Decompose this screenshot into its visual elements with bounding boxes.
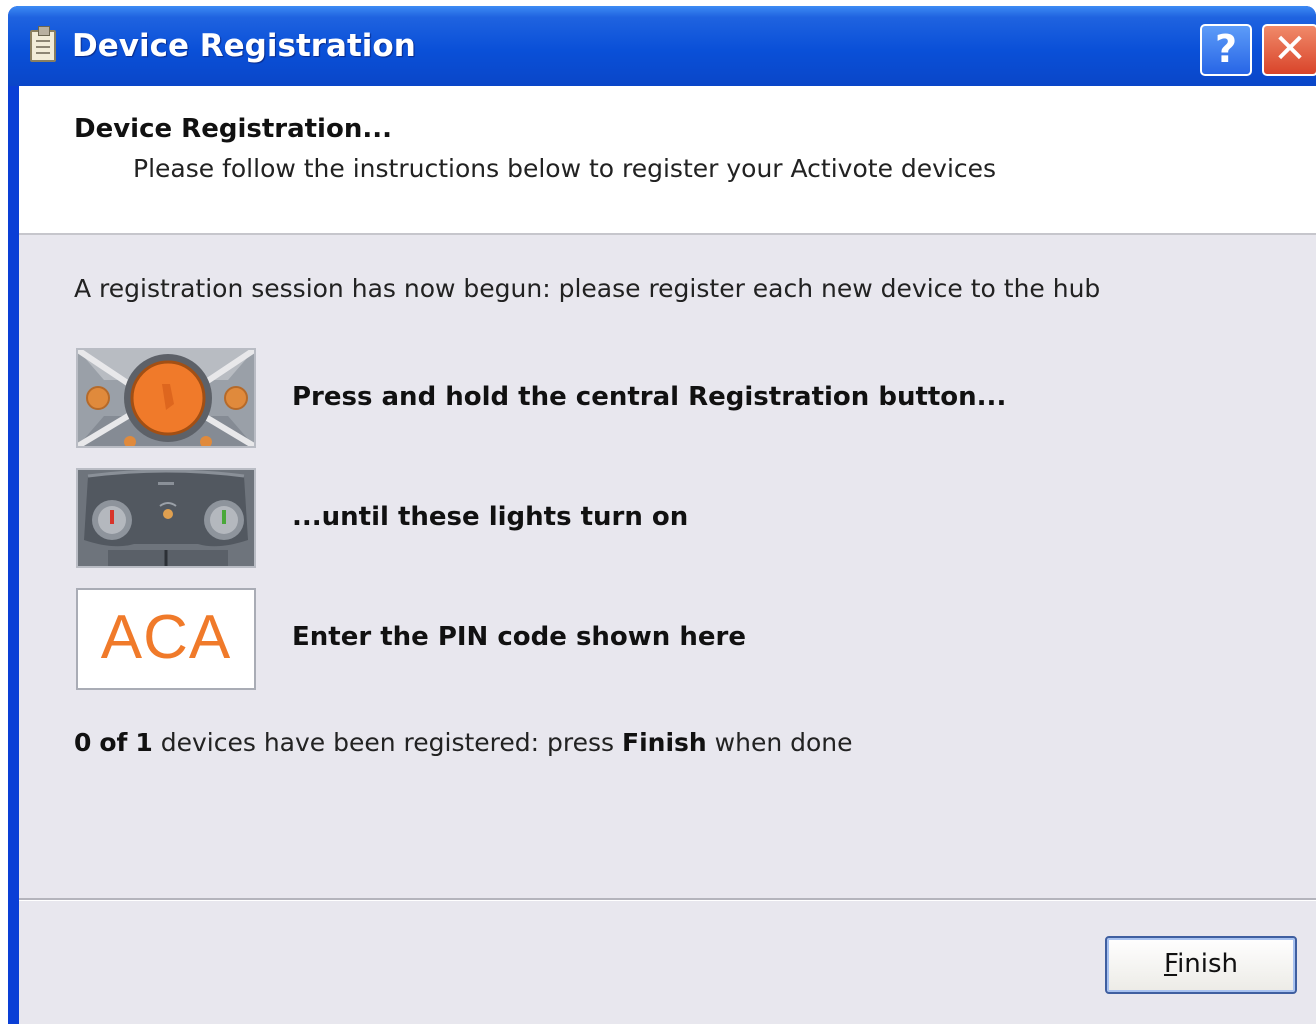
step-3-text: Enter the PIN code shown here <box>292 622 746 652</box>
status-text-2: when done <box>714 728 853 757</box>
device-registration-button-image <box>76 348 256 448</box>
total-count: 1 <box>135 728 153 757</box>
close-button[interactable]: ✕ <box>1262 24 1316 76</box>
step-2-text: ...until these lights turn on <box>292 502 689 532</box>
intro-text: A registration session has now begun: pl… <box>74 274 1101 303</box>
help-button[interactable]: ? <box>1200 24 1252 76</box>
header-title: Device Registration... <box>74 114 392 144</box>
finish-button[interactable]: Finish <box>1105 936 1297 994</box>
of-word: of <box>99 728 128 757</box>
window-title: Device Registration <box>72 28 416 64</box>
registered-count: 0 <box>74 728 92 757</box>
footer-separator <box>19 898 1316 901</box>
device-lights-image <box>76 468 256 568</box>
finish-label-rest: inish <box>1177 949 1239 979</box>
wizard-header: Device Registration... Please follow the… <box>19 86 1316 235</box>
dialog-client-area: Device Registration... Please follow the… <box>19 86 1316 1024</box>
finish-mnemonic: F <box>1163 949 1178 979</box>
clipboard-icon <box>30 26 56 62</box>
title-bar[interactable]: Device Registration ? ✕ <box>8 6 1316 86</box>
step-1-text: Press and hold the central Registration … <box>292 382 1007 412</box>
pin-code-display: ACA <box>76 588 256 690</box>
status-text-1: devices have been registered: press <box>160 728 615 757</box>
pin-code: ACA <box>100 603 232 672</box>
status-finish-word: Finish <box>622 728 707 757</box>
device-registration-window: Device Registration ? ✕ Device Registrat… <box>8 6 1316 1024</box>
header-subtitle: Please follow the instructions below to … <box>133 154 997 183</box>
registration-status: 0 of 1 devices have been registered: pre… <box>74 728 853 757</box>
